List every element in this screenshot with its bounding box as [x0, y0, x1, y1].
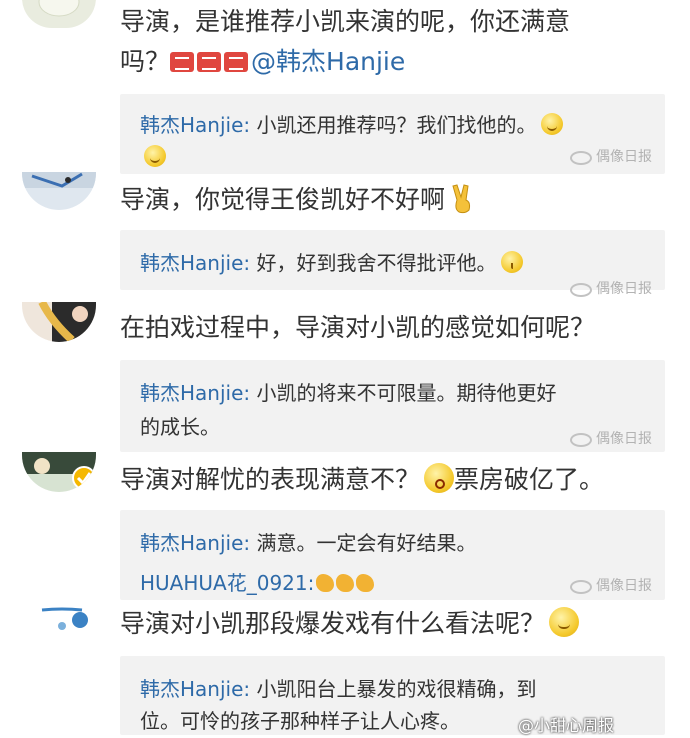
watermark-text: 偶像日报: [596, 578, 652, 594]
watermark: 偶像日报: [570, 575, 652, 595]
thinking-emoji-icon: [500, 251, 523, 273]
mention-link[interactable]: @韩杰Hanjie: [251, 47, 405, 76]
smile-emoji-icon: [144, 145, 166, 167]
watermark-text: @小甜心周报: [518, 716, 615, 735]
comment-text: 导演对小凯那段爆发戏有什么看法呢？: [120, 604, 660, 644]
reply-line: [140, 140, 166, 174]
watermark-text: 偶像日报: [596, 149, 652, 165]
reply-line: 的成长。: [140, 410, 220, 444]
commenter-avatar[interactable]: [22, 0, 96, 28]
comment-text-fragment: 吗？: [120, 47, 171, 76]
comment-line: 导演对小凯那段爆发戏有什么看法呢？: [120, 609, 546, 638]
scared-emoji-icon: [424, 463, 455, 493]
heart-tag-icon: [170, 52, 195, 72]
reply-text: 好，好到我舍不得批评他。: [250, 251, 497, 275]
watermark: 偶像日报: [570, 146, 652, 166]
reply-text: 小凯的将来不可限量。期待他更好: [250, 381, 557, 405]
comment-text: 在拍戏过程中，导演对小凯的感觉如何呢？: [120, 308, 660, 348]
comment-line: 在拍戏过程中，导演对小凯的感觉如何呢？: [120, 313, 596, 342]
reply-text: 满意。一定会有好结果。: [250, 531, 477, 555]
reply-line: 韩杰Hanjie: 小凯的将来不可限量。期待他更好: [140, 376, 557, 410]
reply-text: 小凯还用推荐吗？我们找他的。: [250, 113, 537, 137]
comment-text: 导演，是谁推荐小凯来演的呢，你还满意 吗？ @韩杰Hanjie: [120, 2, 660, 82]
comment-text: 导演，你觉得王俊凯好不好啊: [120, 180, 660, 220]
reply-line: HUAHUA花_0921:: [140, 566, 375, 600]
reply-author-link[interactable]: 韩杰Hanjie:: [140, 113, 250, 137]
weibo-logo-icon: [570, 433, 592, 447]
reply-line: 韩杰Hanjie: 小凯阳台上暴发的戏很精确，到: [140, 672, 537, 706]
watermark-text: 偶像日报: [596, 281, 652, 297]
reply-author-link[interactable]: 韩杰Hanjie:: [140, 531, 250, 555]
commenter-avatar[interactable]: [22, 302, 96, 342]
reply-line: 位。可怜的孩子那种样子让人心疼。: [140, 704, 460, 738]
weibo-logo-icon: [570, 151, 592, 165]
comment-line: 吗？ @韩杰Hanjie: [120, 42, 660, 82]
heart-tag-icon: [224, 52, 249, 72]
reply-line: 韩杰Hanjie: 小凯还用推荐吗？我们找他的。: [140, 108, 563, 142]
heart-tag-icon: [197, 52, 222, 72]
weibo-logo-icon: [570, 580, 592, 594]
reply-author-link[interactable]: 韩杰Hanjie:: [140, 251, 250, 275]
watermark: 偶像日报: [570, 428, 652, 448]
flexed-arm-icon: [356, 574, 375, 592]
comment-text: 导演对解忧的表现满意不？ 票房破亿了。: [120, 460, 660, 500]
reply-line: 韩杰Hanjie: 满意。一定会有好结果。: [140, 526, 477, 560]
flexed-arm-icon: [336, 574, 355, 592]
comment-text-fragment: 票房破亿了。: [454, 465, 605, 494]
flexed-arm-icon: [316, 574, 335, 592]
commenter-avatar[interactable]: [22, 604, 96, 634]
watermark-text: 偶像日报: [596, 431, 652, 447]
tongue-emoji-icon: [549, 607, 580, 637]
commenter-avatar[interactable]: [22, 172, 96, 210]
comment-line: 导演，你觉得王俊凯好不好啊: [120, 185, 446, 214]
victory-hand-icon: [449, 184, 475, 214]
watermark: @小甜心周报: [518, 712, 614, 736]
reply-text: 位。可怜的孩子那种样子让人心疼。: [140, 709, 460, 733]
comment-text-fragment: 导演对解忧的表现满意不？: [120, 465, 421, 494]
reply-text: 小凯阳台上暴发的戏很精确，到: [250, 677, 537, 701]
comment-line: 导演，是谁推荐小凯来演的呢，你还满意: [120, 7, 571, 36]
reply-author-link[interactable]: 韩杰Hanjie:: [140, 381, 250, 405]
commenter-avatar[interactable]: [22, 452, 96, 492]
smile-emoji-icon: [540, 113, 563, 135]
reply-line: 韩杰Hanjie: 好，好到我舍不得批评他。: [140, 246, 523, 280]
reply-author-link[interactable]: HUAHUA花_0921:: [140, 571, 314, 595]
weibo-logo-icon: [570, 283, 592, 297]
reply-text: 的成长。: [140, 415, 220, 439]
reply-author-link[interactable]: 韩杰Hanjie:: [140, 677, 250, 701]
watermark: 偶像日报: [570, 278, 652, 298]
